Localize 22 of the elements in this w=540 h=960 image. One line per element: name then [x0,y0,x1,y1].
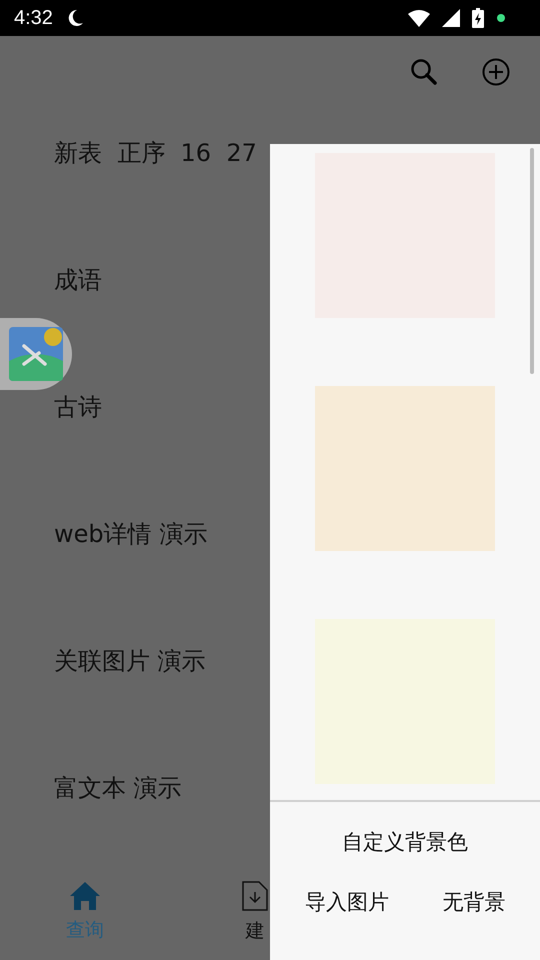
list-item[interactable]: web详情 演示 [54,518,208,550]
list-item[interactable]: 关联图片 演示 [54,644,206,676]
scrollbar[interactable] [530,148,534,374]
custom-color-button[interactable]: 自定义背景色 [342,828,468,856]
list-item[interactable]: 富文本 演示 [54,772,182,804]
wifi-icon [408,9,430,27]
document-icon [241,880,269,912]
home-icon [69,881,101,911]
color-swatch[interactable] [315,386,495,551]
picture-icon [9,327,63,381]
notification-dot-icon [496,13,506,23]
status-time: 4:32 [14,6,53,30]
add-icon[interactable] [482,58,510,86]
battery-icon [472,8,484,28]
panel-button[interactable]: 无背景 [442,888,506,916]
list-item[interactable]: 成语 [54,264,102,296]
search-icon[interactable] [410,58,438,86]
floating-bubble[interactable] [0,318,72,390]
list-item[interactable]: 新表 正序 16 27 [54,136,257,168]
panel-button[interactable]: 导入图片 [304,888,389,916]
list-item[interactable]: 古诗 [54,390,102,422]
signal-icon [442,9,460,27]
